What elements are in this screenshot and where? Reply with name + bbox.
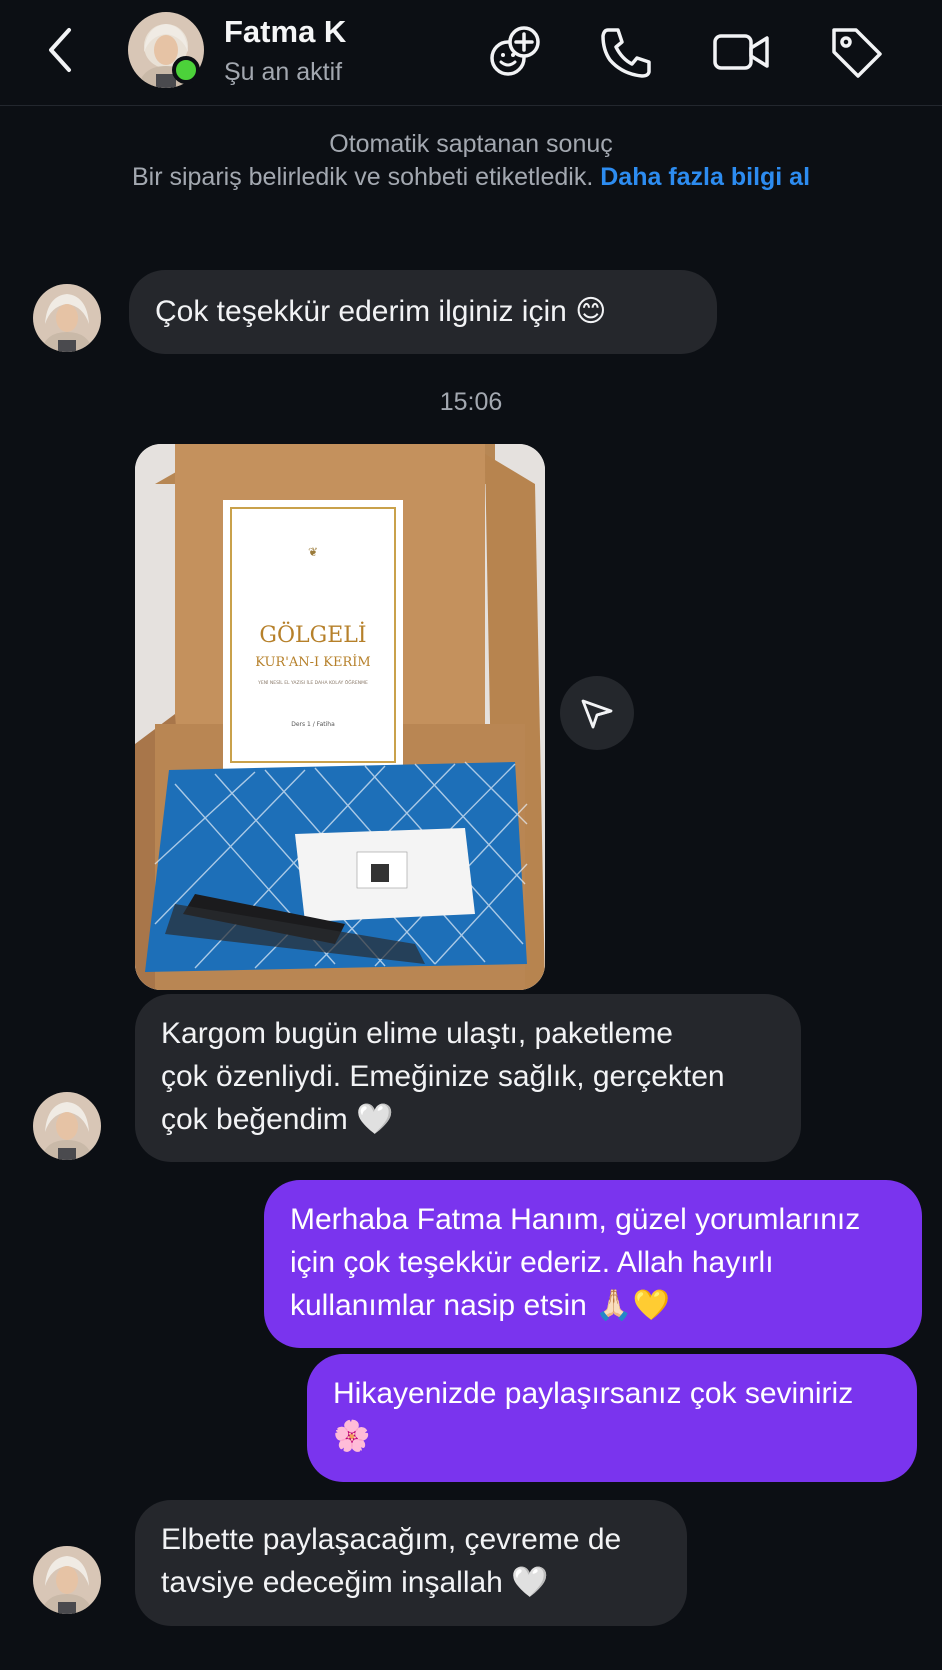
message-line: Elbette paylaşacağım, çevreme de [161,1523,622,1556]
photo-message[interactable]: ❦ GÖLGELİ KUR'AN-I KERİM YENİ NESİL EL Y… [135,444,545,990]
message-text: Çok teşekkür ederim ilginiz için [155,295,567,328]
contact-avatar-small[interactable] [33,1546,101,1614]
book-title: GÖLGELİ [259,621,366,648]
svg-text:❦: ❦ [308,545,318,559]
message-line: çok beğendim [161,1103,348,1136]
video-call-button[interactable] [709,20,773,84]
contact-avatar-small[interactable] [33,1092,101,1160]
book-lesson: Ders 1 / Fatiha [291,721,335,728]
message-bubble-incoming[interactable]: Çok teşekkür ederim ilginiz için 😊 [129,270,717,354]
message-line: çok özenliydi. Emeğinize sağlık, gerçekt… [161,1060,725,1093]
message-line: için çok teşekkür ederiz. Allah hayırlı [290,1246,774,1279]
tag-button[interactable] [824,20,888,84]
message-line: Hikayenizde paylaşırsanız çok seviniriz [333,1377,854,1410]
book-subtitle: KUR'AN-I KERİM [255,653,370,670]
chat-header: Fatma K Şu an aktif [0,0,942,106]
message-emoji: 🤍 [511,1565,549,1600]
message-bubble-outgoing[interactable]: Merhaba Fatma Hanım, güzel yorumlarınız … [264,1180,922,1348]
send-icon [581,699,613,729]
contact-avatar-small[interactable] [33,284,101,352]
add-participant-button[interactable] [484,20,548,84]
message-line: Merhaba Fatma Hanım, güzel yorumlarınız [290,1203,861,1236]
message-emoji: 🤍 [356,1102,394,1137]
contact-name[interactable]: Fatma K [224,14,346,50]
auto-detection-notice: Otomatik saptanan sonuç Bir sipariş beli… [100,128,842,194]
message-bubble-incoming[interactable]: Kargom bugün elime ulaştı, paketleme çok… [135,994,801,1162]
learn-more-link[interactable]: Daha fazla bilgi al [600,163,810,191]
message-bubble-outgoing[interactable]: Hikayenizde paylaşırsanız çok seviniriz … [307,1354,917,1482]
add-participant-icon [490,26,540,76]
book-tagline: YENİ NESİL EL YAZISI İLE DAHA KOLAY ÖĞRE… [257,679,368,686]
online-indicator [172,56,200,84]
tag-icon [832,28,882,78]
chat-screen: Fatma K Şu an aktif Otomatik saptanan so… [0,0,942,1670]
contact-status: Şu an aktif [224,58,343,86]
message-emoji: 😊 [575,294,607,329]
back-icon [49,28,71,72]
message-line: kullanımlar nasip etsin [290,1289,587,1322]
video-icon [713,34,769,70]
message-bubble-incoming[interactable]: Elbette paylaşacağım, çevreme de tavsiye… [135,1500,687,1626]
notice-body: Bir sipariş belirledik ve sohbeti etiket… [131,163,594,191]
message-emoji: 🌸 [333,1419,371,1454]
back-button[interactable] [40,22,84,78]
notice-title: Otomatik saptanan sonuç [329,130,613,158]
phone-icon [601,28,651,78]
message-line: Kargom bugün elime ulaştı, paketleme [161,1017,673,1050]
message-line: tavsiye edeceğim inşallah [161,1566,503,1599]
call-button[interactable] [594,20,658,84]
share-button[interactable] [560,676,634,750]
message-emoji: 🙏🏻💛 [595,1288,670,1323]
message-timestamp: 15:06 [439,388,503,416]
